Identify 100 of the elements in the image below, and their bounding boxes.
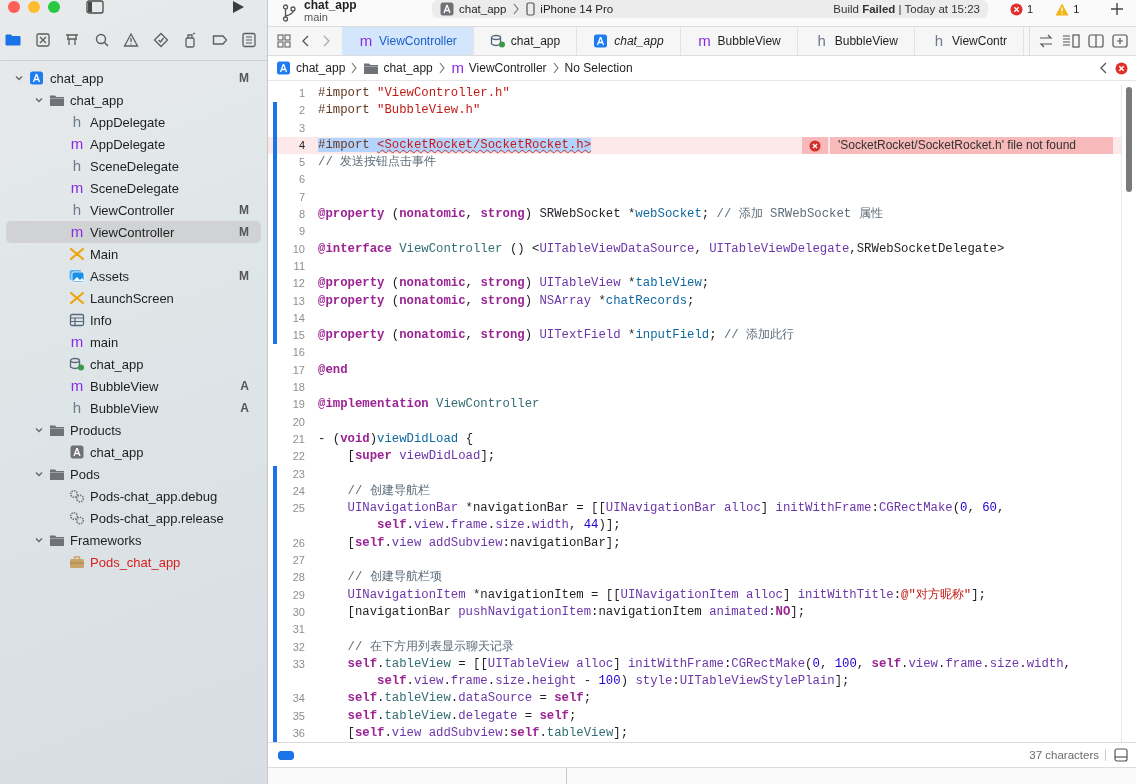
error-count[interactable]: 1	[1010, 2, 1034, 16]
search-icon[interactable]	[93, 32, 110, 48]
file-navigator-item[interactable]: h SceneDelegate	[6, 155, 261, 177]
code-line: #import "BubbleView.h"	[318, 103, 481, 118]
sidebar-toggle-icon[interactable]	[86, 0, 104, 14]
line-number: 34	[291, 691, 305, 707]
chevron-right-icon	[437, 62, 446, 74]
swap-arrows-icon[interactable]	[1038, 34, 1054, 48]
spray-icon[interactable]	[182, 32, 198, 48]
phone-icon	[526, 2, 536, 16]
warning-icon[interactable]	[123, 32, 139, 48]
header-file-icon: h	[813, 34, 830, 48]
line-number: 11	[292, 258, 305, 274]
implementation-file-icon: m	[69, 335, 85, 349]
previous-issue-icon[interactable]	[1099, 62, 1109, 74]
breadcrumb-item[interactable]: chat_app	[276, 61, 346, 75]
breakpoint-icon[interactable]	[211, 32, 228, 48]
folder-icon	[49, 423, 65, 437]
disclosure-chevron-icon[interactable]	[14, 73, 24, 83]
scrollbar-thumb[interactable]	[1126, 87, 1132, 192]
file-navigator-item[interactable]: chat_app	[6, 353, 261, 375]
line-number: 12	[291, 276, 305, 292]
error-message[interactable]: 'SocketRocket/SocketRocket.h' file not found	[830, 136, 1113, 155]
list-icon[interactable]	[241, 32, 257, 48]
disclosure-chevron-icon[interactable]	[34, 95, 44, 105]
code-line: @property (nonatomic, strong) UITextField *inputField; // 添加此行	[318, 328, 795, 343]
line-number: 22	[291, 449, 305, 465]
editor-tab[interactable]: m BubbleView	[680, 27, 798, 55]
line-number: 9	[297, 224, 305, 240]
character-count: 37 characters	[1029, 749, 1106, 762]
file-navigator-item[interactable]: chat_app	[6, 89, 261, 111]
hierarchy-icon[interactable]	[64, 32, 80, 48]
diamond-icon[interactable]	[152, 32, 169, 48]
editor-tab[interactable]: h BubbleView	[797, 27, 915, 55]
implementation-file-icon: m	[450, 61, 465, 75]
breadcrumb-item[interactable]: m ViewController	[450, 61, 547, 75]
lines-icon[interactable]	[1062, 34, 1080, 48]
error-icon[interactable]	[1115, 61, 1128, 75]
scheme-selector[interactable]: chat_app	[440, 2, 507, 16]
code-line: // 创建导航栏项	[346, 570, 442, 585]
file-navigator-item[interactable]: m main	[6, 331, 261, 353]
disclosure-chevron-icon[interactable]	[34, 469, 44, 479]
line-number: 23	[291, 466, 305, 482]
breadcrumb-item[interactable]: chat_app	[363, 61, 433, 75]
file-navigator-item[interactable]: m ViewController M	[6, 221, 261, 243]
file-navigator-item[interactable]: Products	[6, 419, 261, 441]
file-navigator-item[interactable]: m SceneDelegate	[6, 177, 261, 199]
disclosure-chevron-icon[interactable]	[34, 535, 44, 545]
device-selector[interactable]: iPhone 14 Pro	[526, 2, 614, 16]
warning-count[interactable]: 1	[1055, 2, 1080, 16]
code-line: @property (nonatomic, strong) NSArray *chatRecords;	[318, 293, 695, 308]
storyboard-icon	[69, 247, 85, 261]
implementation-file-icon: m	[696, 34, 713, 48]
header-file-icon: h	[69, 401, 85, 415]
editor-tab[interactable]: m ViewController	[342, 27, 474, 55]
file-navigator-item[interactable]: h BubbleView A	[6, 397, 261, 419]
file-navigator-item[interactable]: m AppDelegate	[6, 133, 261, 155]
line-number: 36	[291, 726, 305, 741]
folder-icon[interactable]	[5, 32, 21, 48]
grid-icon[interactable]	[276, 33, 292, 49]
file-navigator-item[interactable]: Pods-chat_app.debug	[6, 485, 261, 507]
editor-tab[interactable]: chat_app	[577, 27, 681, 55]
disclosure-chevron-icon[interactable]	[34, 425, 44, 435]
file-navigator-item[interactable]: Pods	[6, 463, 261, 485]
error-icon	[809, 139, 821, 152]
file-navigator-item[interactable]: chat_app M	[6, 67, 261, 89]
code-line: self.tableView.dataSource = self;	[346, 691, 592, 706]
line-number: 1	[297, 86, 305, 101]
line-number: 3	[297, 120, 305, 136]
file-navigator-item[interactable]: Assets M	[6, 265, 261, 287]
file-navigator-item[interactable]: chat_app	[6, 441, 261, 463]
code-line: [self.view addSubview:navigationBar];	[346, 535, 621, 550]
file-navigator-item[interactable]: Pods_chat_app	[6, 551, 261, 573]
debug-area-toggle[interactable]	[278, 750, 294, 760]
line-number: 6	[297, 172, 305, 188]
panel-icon[interactable]	[1114, 748, 1128, 763]
file-navigator-item[interactable]: Main	[6, 243, 261, 265]
gears-icon	[69, 511, 85, 525]
source-control-icon[interactable]	[34, 32, 51, 48]
source-control-status: A	[240, 401, 249, 415]
file-navigator-item[interactable]: m BubbleView A	[6, 375, 261, 397]
file-navigator-item[interactable]: h AppDelegate	[6, 111, 261, 133]
folder-icon	[49, 533, 65, 547]
file-navigator-item[interactable]: Pods-chat_app.release	[6, 507, 261, 529]
run-icon[interactable]	[231, 0, 245, 14]
breadcrumb-item[interactable]: No Selection	[564, 61, 633, 75]
code-line: self.tableView.delegate = self;	[346, 708, 577, 723]
add-editor-icon[interactable]	[1112, 34, 1128, 48]
file-navigator-item[interactable]: Frameworks	[6, 529, 261, 551]
file-navigator-item[interactable]: h ViewController M	[6, 199, 261, 221]
close-window-button[interactable]	[8, 1, 20, 13]
file-navigator-item[interactable]: LaunchScreen	[6, 287, 261, 309]
add-icon[interactable]	[1110, 2, 1124, 16]
editor-tab[interactable]: h ViewContr	[914, 27, 1025, 55]
line-number: 33	[291, 656, 305, 672]
file-navigator-item[interactable]: Info	[6, 309, 261, 331]
split-editor-icon[interactable]	[1088, 34, 1104, 48]
line-number: 13	[291, 293, 305, 309]
implementation-file-icon: m	[69, 137, 85, 151]
editor-tab[interactable]: chat_app	[473, 27, 578, 55]
